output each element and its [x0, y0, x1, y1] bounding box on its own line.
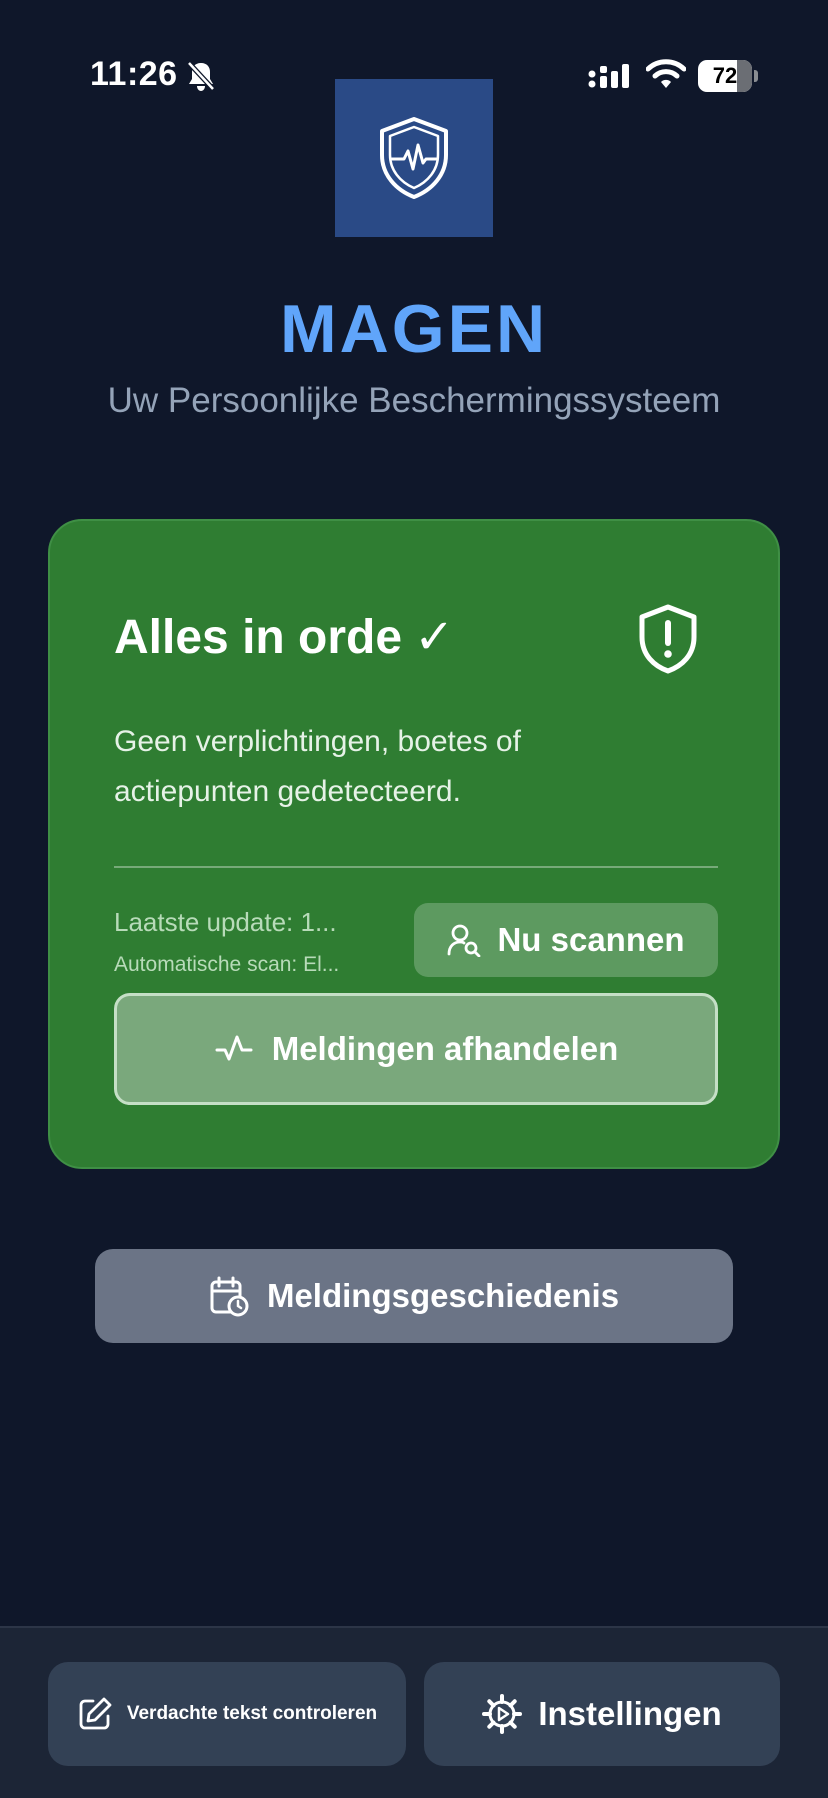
- activity-icon: [215, 1035, 253, 1061]
- status-title: Alles in orde ✓: [114, 609, 454, 665]
- app-subtitle: Uw Persoonlijke Beschermingssysteem: [107, 381, 721, 420]
- verify-suspicious-text-label: Verdachte tekst controleren: [126, 1703, 378, 1724]
- settings-button[interactable]: Instellingen: [424, 1662, 780, 1766]
- gear-icon: [482, 1694, 523, 1734]
- status-description: Geen verplichtingen, boetes of actiepunt…: [114, 725, 521, 808]
- notification-history-label: Meldingsgeschiedenis: [266, 1277, 620, 1314]
- app-logo: [335, 79, 493, 237]
- app-screen: 11:26 72 MAGEN Uw Persoonlijke Beschermi…: [0, 0, 828, 1798]
- user-search-icon: [448, 924, 481, 957]
- shield-heartbeat-icon: [380, 117, 448, 199]
- card-divider: [114, 866, 718, 868]
- verify-suspicious-text-button[interactable]: Verdachte tekst controleren: [48, 1662, 406, 1766]
- app-title: MAGEN: [279, 291, 549, 367]
- calendar-clock-icon: [210, 1276, 249, 1317]
- signal-icon: [588, 62, 632, 90]
- edit-icon: [79, 1697, 112, 1730]
- notification-history-button[interactable]: Meldingsgeschiedenis: [95, 1249, 733, 1343]
- last-update-text: Laatste update: 1...: [114, 907, 337, 937]
- handle-notifications-button[interactable]: Meldingen afhandelen: [114, 993, 718, 1105]
- battery-body: 72: [698, 60, 752, 92]
- settings-label: Instellingen: [538, 1695, 722, 1732]
- status-time: 11:26: [90, 55, 178, 93]
- scan-now-label: Nu scannen: [497, 921, 685, 958]
- check-mark: ✓: [414, 611, 455, 664]
- scan-now-button[interactable]: Nu scannen: [414, 903, 718, 977]
- shield-alert-icon: [636, 603, 700, 675]
- status-title-text: Alles in orde: [114, 611, 403, 664]
- battery-icon: 72: [698, 60, 758, 92]
- handle-notifications-label: Meldingen afhandelen: [271, 1030, 619, 1067]
- status-card: Alles in orde ✓ Geen verplichtingen, boet…: [48, 519, 780, 1169]
- wifi-icon: [646, 58, 686, 90]
- bottom-bar: Verdachte tekst controleren Instellingen: [0, 1626, 828, 1798]
- auto-scan-text: Automatische scan: El...: [114, 953, 340, 976]
- bell-off-icon: [186, 60, 216, 92]
- battery-level-text: 72: [712, 63, 738, 88]
- battery-cap: [754, 70, 758, 82]
